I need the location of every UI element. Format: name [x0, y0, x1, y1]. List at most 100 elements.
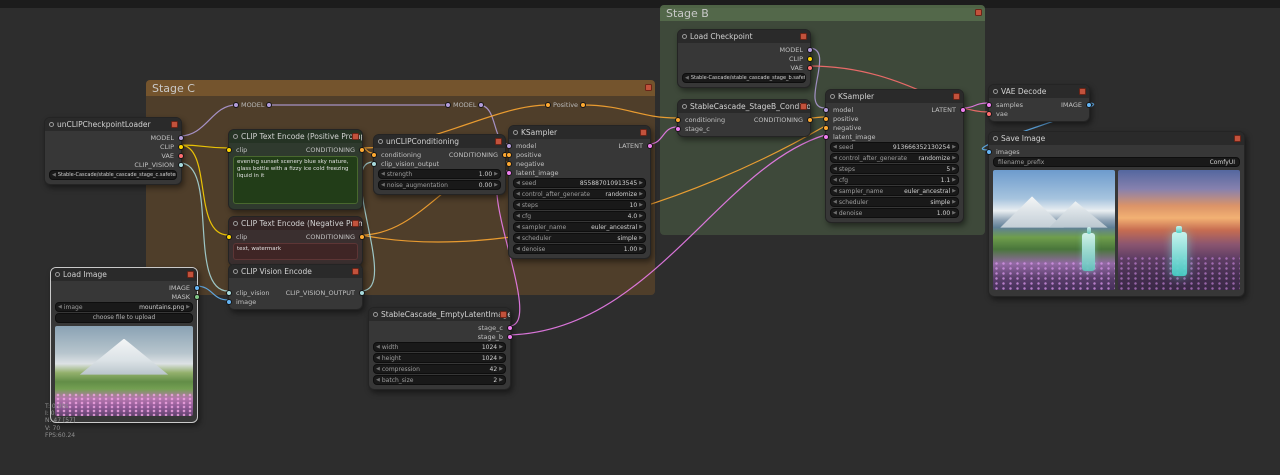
collapse-icon[interactable]	[233, 221, 238, 226]
output-port-model[interactable]	[178, 134, 184, 141]
next-value-icon[interactable]: ▶	[639, 235, 643, 241]
prev-value-icon[interactable]: ◀	[52, 172, 56, 178]
node-unclip-conditioning[interactable]: unCLIPConditioning conditioning CONDITIO…	[371, 134, 508, 195]
node-title-bar[interactable]: KSampler	[509, 126, 650, 139]
reroute-out-port[interactable]	[266, 101, 273, 108]
output-port-model[interactable]	[807, 46, 813, 53]
node-ksampler-stage-c[interactable]: KSampler model LATENT positive negative …	[506, 125, 653, 259]
node-clip-text-encode-positive[interactable]: CLIP Text Encode (Positive Prompt) clip …	[226, 129, 365, 210]
node-clip-text-encode-negative[interactable]: CLIP Text Encode (Negative Prompt) clip …	[226, 216, 365, 266]
decrement-icon[interactable]: ◀	[376, 344, 380, 350]
input-port-model[interactable]	[823, 106, 829, 113]
decrement-icon[interactable]: ◀	[516, 180, 520, 186]
prev-value-icon[interactable]: ◀	[833, 199, 837, 205]
collapse-icon[interactable]	[682, 34, 687, 39]
collapse-icon[interactable]	[55, 272, 60, 277]
node-stable-cascade-empty-latent[interactable]: StableCascade_EmptyLatentImage stage_c s…	[368, 307, 513, 390]
decrement-icon[interactable]: ◀	[516, 202, 520, 208]
output-port-clip[interactable]	[178, 143, 184, 150]
node-title-bar[interactable]: StableCascade_EmptyLatentImage	[369, 308, 510, 321]
batch-size-widget[interactable]: ◀ batch_size 2 ▶	[373, 375, 506, 385]
decrement-icon[interactable]: ◀	[381, 182, 385, 188]
strength-widget[interactable]: ◀ strength 1.00 ▶	[378, 169, 501, 179]
decrement-icon[interactable]: ◀	[516, 246, 520, 252]
output-port-image[interactable]	[194, 284, 200, 291]
node-title-bar[interactable]: Load Image	[51, 268, 197, 281]
sampler-name-widget[interactable]: ◀ sampler_name euler_ancestral ▶	[513, 222, 646, 232]
decrement-icon[interactable]: ◀	[376, 355, 380, 361]
reroute-out-port[interactable]	[478, 101, 485, 108]
collapse-icon[interactable]	[378, 139, 383, 144]
next-value-icon[interactable]: ▶	[952, 155, 956, 161]
collapse-icon[interactable]	[233, 269, 238, 274]
increment-icon[interactable]: ▶	[499, 355, 503, 361]
reroute-in-port[interactable]	[545, 101, 551, 108]
denoise-widget[interactable]: ◀ denoise 1.00 ▶	[830, 208, 959, 218]
prev-value-icon[interactable]: ◀	[58, 304, 62, 310]
input-port-vae[interactable]	[986, 110, 992, 117]
increment-icon[interactable]: ▶	[952, 144, 956, 150]
output-port-conditioning[interactable]	[359, 233, 365, 240]
input-port-model[interactable]	[506, 142, 512, 149]
control-after-generate-widget[interactable]: ◀ control_after_generate randomize ▶	[830, 153, 959, 163]
input-port-negative[interactable]	[823, 124, 829, 131]
reroute-in-port[interactable]	[445, 101, 451, 108]
input-port-conditioning[interactable]	[371, 151, 377, 158]
decrement-icon[interactable]: ◀	[516, 213, 520, 219]
prev-value-icon[interactable]: ◀	[833, 188, 837, 194]
collapse-icon[interactable]	[993, 89, 998, 94]
node-ksampler-stage-b[interactable]: KSampler model LATENT positive negative …	[823, 89, 966, 223]
decrement-icon[interactable]: ◀	[381, 171, 385, 177]
prev-value-icon[interactable]: ◀	[516, 235, 520, 241]
increment-icon[interactable]: ▶	[499, 377, 503, 383]
node-title-bar[interactable]: StableCascade_StageB_Conditioning	[678, 100, 810, 113]
output-port-stage-c[interactable]	[507, 324, 513, 331]
collapse-icon[interactable]	[373, 312, 378, 317]
reroute-model-2[interactable]: MODEL	[445, 100, 485, 109]
decrement-icon[interactable]: ◀	[833, 166, 837, 172]
output-port-vae[interactable]	[178, 152, 184, 159]
node-unclip-checkpoint-loader[interactable]: unCLIPCheckpointLoader MODEL CLIP VAE CL…	[44, 117, 184, 185]
node-save-image[interactable]: Save Image images filename_prefix ComfyU…	[986, 131, 1245, 297]
output-port-conditioning[interactable]	[359, 146, 365, 153]
output-port-latent[interactable]	[960, 106, 966, 113]
seed-widget[interactable]: ◀ seed 855887010913545 ▶	[513, 178, 646, 188]
collapse-icon[interactable]	[993, 136, 998, 141]
input-port-positive[interactable]	[506, 151, 512, 158]
next-value-icon[interactable]: ▶	[639, 224, 643, 230]
node-title-bar[interactable]: CLIP Text Encode (Positive Prompt)	[229, 130, 362, 143]
scheduler-widget[interactable]: ◀ scheduler simple ▶	[513, 233, 646, 243]
sampler-name-widget[interactable]: ◀ sampler_name euler_ancestral ▶	[830, 186, 959, 196]
input-port-negative[interactable]	[506, 160, 512, 167]
node-title-bar[interactable]: VAE Decode	[989, 85, 1089, 98]
next-value-icon[interactable]: ▶	[186, 304, 190, 310]
output-port-image[interactable]	[1086, 101, 1092, 108]
decrement-icon[interactable]: ◀	[376, 377, 380, 383]
node-title-bar[interactable]: CLIP Vision Encode	[229, 265, 362, 278]
reroute-out-port[interactable]	[580, 101, 587, 108]
collapse-icon[interactable]	[233, 134, 238, 139]
next-value-icon[interactable]: ▶	[639, 191, 643, 197]
reroute-in-port[interactable]	[233, 101, 239, 108]
output-port-clip[interactable]	[807, 55, 813, 62]
output-port-clip-vision[interactable]	[178, 161, 184, 168]
increment-icon[interactable]: ▶	[639, 180, 643, 186]
input-port-stage-c[interactable]	[675, 125, 681, 132]
increment-icon[interactable]: ▶	[952, 210, 956, 216]
input-port-conditioning[interactable]	[675, 116, 681, 123]
next-value-icon[interactable]: ▶	[952, 199, 956, 205]
output-port-mask[interactable]	[194, 293, 200, 300]
height-widget[interactable]: ◀ height 1024 ▶	[373, 353, 506, 363]
collapse-icon[interactable]	[49, 122, 54, 127]
node-stage-b-conditioning[interactable]: StableCascade_StageB_Conditioning condit…	[675, 99, 813, 137]
increment-icon[interactable]: ▶	[494, 182, 498, 188]
input-port-clip-vision[interactable]	[226, 289, 232, 296]
prev-value-icon[interactable]: ◀	[833, 155, 837, 161]
increment-icon[interactable]: ▶	[639, 246, 643, 252]
image-combo[interactable]: ◀ image mountains.png ▶	[55, 302, 193, 312]
ckpt-name-combo[interactable]: ◀ Stable-Cascade/stable_cascade_stage_c.…	[49, 170, 177, 180]
noise-augmentation-widget[interactable]: ◀ noise_augmentation 0.00 ▶	[378, 180, 501, 190]
input-port-latent-image[interactable]	[823, 133, 829, 140]
reroute-model-1[interactable]: MODEL	[233, 100, 273, 109]
filename-prefix-widget[interactable]: filename_prefix ComfyUI	[993, 157, 1240, 167]
